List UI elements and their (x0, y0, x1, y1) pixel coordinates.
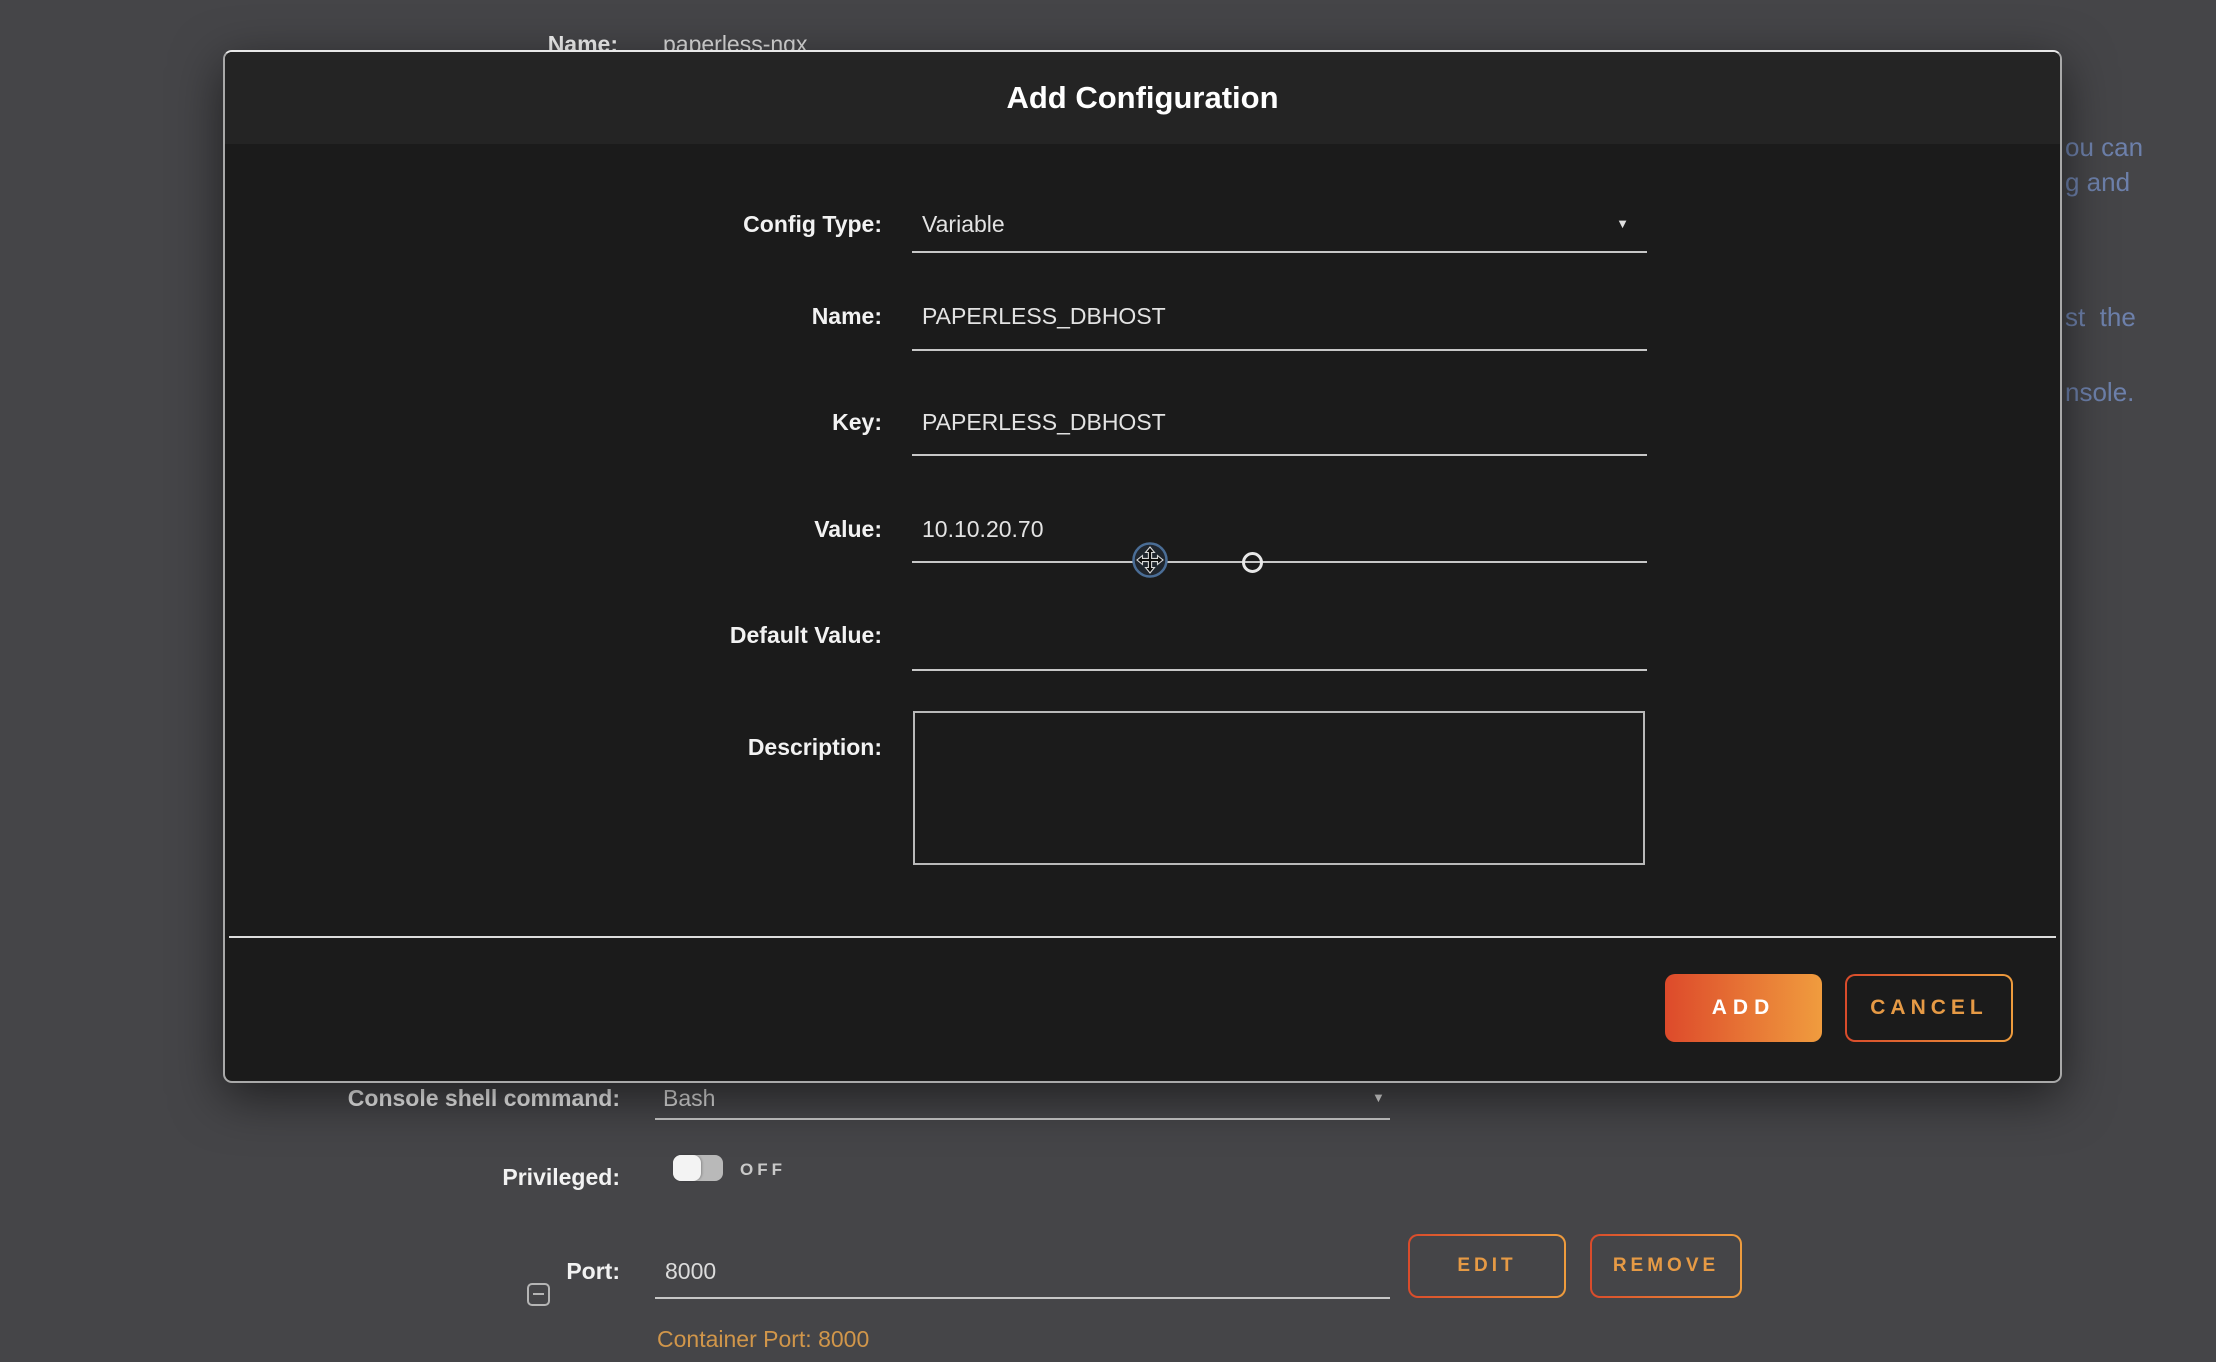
value-input[interactable] (912, 512, 1647, 546)
config-type-label: Config Type: (475, 207, 882, 241)
key-label: Key: (475, 405, 882, 439)
move-cursor-icon (1130, 540, 1170, 580)
config-type-select[interactable]: Variable ▼ (912, 207, 1647, 241)
port-label: Port: (500, 1254, 620, 1288)
privileged-toggle[interactable] (673, 1155, 723, 1181)
default-value-label: Default Value: (475, 618, 882, 652)
default-value-underline (912, 669, 1647, 671)
description-label: Description: (475, 730, 882, 764)
key-input[interactable] (912, 405, 1647, 439)
chevron-down-icon: ▼ (1372, 1081, 1385, 1115)
console-shell-label: Console shell command: (280, 1081, 620, 1115)
config-type-underline (912, 251, 1647, 253)
dialog-header: Add Configuration (225, 52, 2060, 144)
port-value[interactable]: 8000 (665, 1254, 716, 1288)
touch-point-icon (1242, 552, 1263, 573)
port-underline (655, 1297, 1390, 1299)
help-text-fragment: ou can (2065, 132, 2143, 162)
dialog-footer-divider (229, 936, 2056, 938)
value-label: Value: (475, 512, 882, 546)
cancel-button-label: CANCEL (1847, 976, 2011, 1040)
remove-button[interactable]: REMOVE (1590, 1234, 1742, 1298)
name-underline (912, 349, 1647, 351)
privileged-label: Privileged: (380, 1160, 620, 1194)
help-text-fragment: st the (2065, 302, 2136, 332)
default-value-input[interactable] (912, 618, 1647, 652)
name-label: Name: (475, 299, 882, 333)
edit-button-label: EDIT (1410, 1236, 1564, 1296)
help-text-fragment: nsole. (2065, 377, 2134, 407)
console-shell-underline (655, 1118, 1390, 1120)
remove-button-label: REMOVE (1592, 1236, 1740, 1296)
container-port-note: Container Port: 8000 (657, 1326, 869, 1353)
edit-button[interactable]: EDIT (1408, 1234, 1566, 1298)
privileged-state: OFF (740, 1157, 786, 1183)
add-button[interactable]: ADD (1665, 974, 1822, 1042)
page: Name: paperless-ngx ou can g and st the … (0, 0, 2216, 1362)
value-underline (912, 561, 1647, 563)
toggle-knob (673, 1155, 701, 1181)
key-underline (912, 454, 1647, 456)
dialog-title: Add Configuration (225, 52, 2060, 144)
name-input[interactable] (912, 299, 1647, 333)
cancel-button[interactable]: CANCEL (1845, 974, 2013, 1042)
chevron-down-icon: ▼ (1616, 207, 1629, 241)
config-type-value: Variable (922, 207, 1005, 241)
help-text-fragment: g and (2065, 167, 2130, 197)
description-textarea[interactable] (913, 711, 1645, 865)
add-configuration-dialog: Add Configuration Config Type: Variable … (223, 50, 2062, 1083)
console-shell-select[interactable]: Bash (663, 1081, 715, 1115)
